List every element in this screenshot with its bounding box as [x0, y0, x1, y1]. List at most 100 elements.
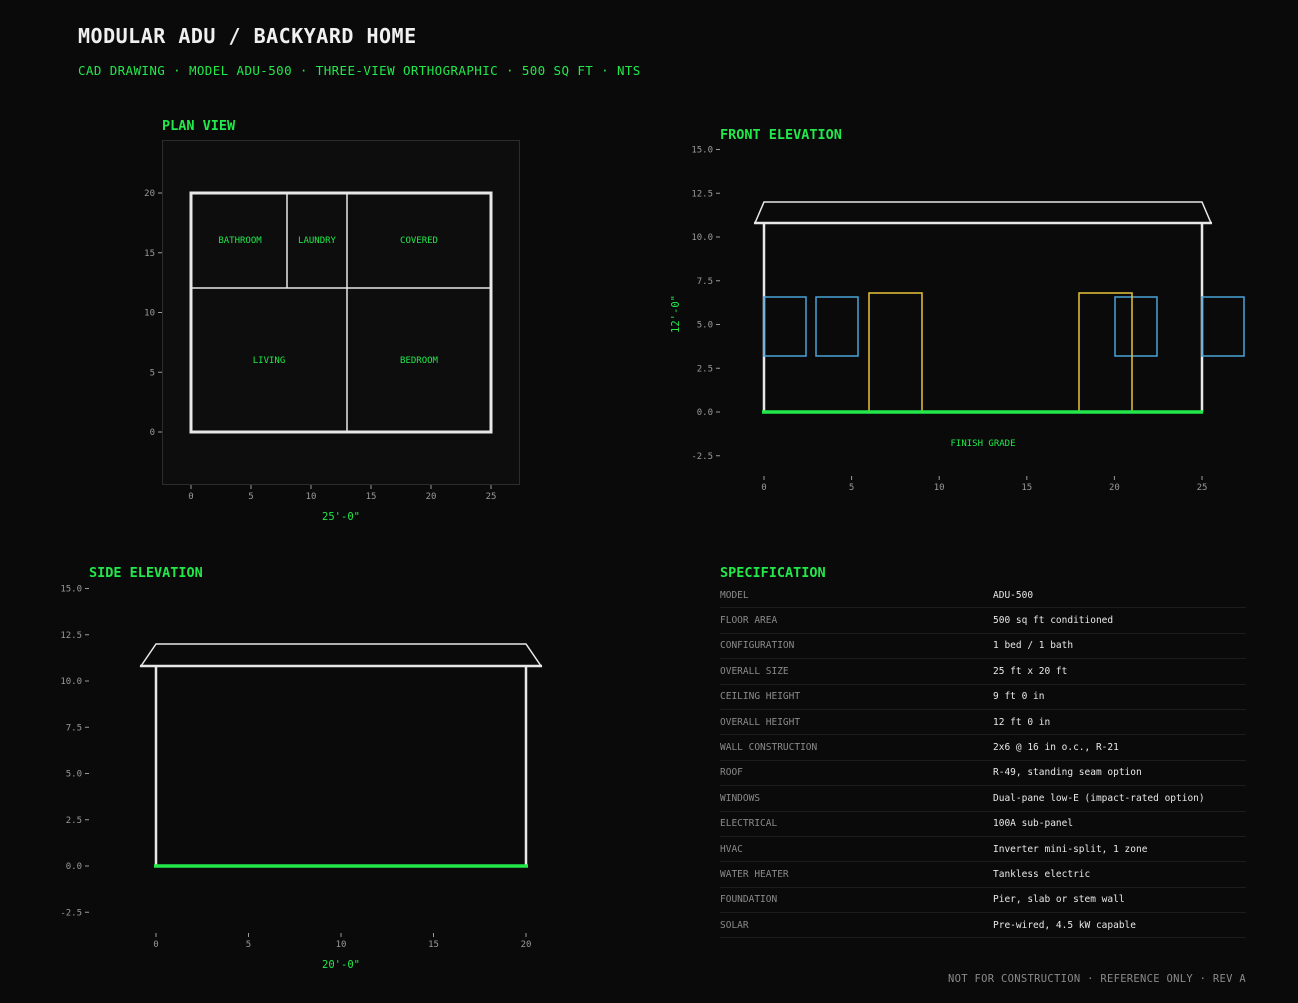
spec-value: 1 bed / 1 bath [993, 640, 1074, 652]
spec-value: R-49, standing seam option [993, 767, 1142, 779]
spec-row: OVERALL HEIGHT 12 ft 0 in [720, 710, 1246, 736]
spec-row: CONFIGURATION 1 bed / 1 bath [720, 634, 1246, 660]
side-x-axis: 0 5 10 15 20 [153, 933, 531, 950]
y-tick-label: 7.5 [66, 723, 82, 733]
front-elevation-title: FRONT ELEVATION [720, 127, 842, 143]
y-tick-label: 7.5 [697, 277, 713, 287]
spec-row: ELECTRICAL 100A sub-panel [720, 812, 1246, 837]
spec-key: FLOOR AREA [720, 615, 778, 627]
spec-value: Inverter mini-split, 1 zone [993, 843, 1148, 855]
spec-key: CEILING HEIGHT [720, 691, 801, 703]
y-tick-label: 12.5 [60, 631, 82, 641]
x-tick-label: 25 [486, 492, 497, 502]
spec-row: FOUNDATION Pier, slab or stem wall [720, 888, 1246, 914]
x-tick-label: 5 [248, 492, 253, 502]
room-label-covered: COVERED [400, 236, 438, 246]
spec-row: WINDOWS Dual-pane low-E (impact-rated opt… [720, 786, 1246, 812]
spec-row: HVAC Inverter mini-split, 1 zone [720, 837, 1246, 863]
y-tick-label: 5.0 [697, 321, 713, 331]
front-height-dimension: 12'-0" [670, 295, 682, 333]
spec-value: Pre-wired, 4.5 kW capable [993, 919, 1136, 931]
spec-value: Tankless electric [993, 868, 1091, 880]
y-tick-label: 15.0 [60, 585, 82, 595]
x-tick-label: 15 [366, 492, 377, 502]
front-roof [753, 201, 1213, 224]
x-tick-label: 15 [1021, 483, 1032, 493]
y-tick-label: 15 [144, 249, 155, 259]
spec-key: OVERALL HEIGHT [720, 716, 801, 728]
x-tick-label: 0 [153, 940, 158, 950]
spec-key: HVAC [720, 843, 743, 855]
x-tick-label: 5 [246, 940, 251, 950]
x-tick-label: 15 [428, 940, 439, 950]
spec-key: FOUNDATION [720, 894, 778, 906]
spec-key: SOLAR [720, 919, 749, 931]
spec-value: 12 ft 0 in [993, 716, 1051, 728]
y-tick-label: 20 [144, 189, 155, 199]
spec-key: CONFIGURATION [720, 640, 795, 652]
spec-value: 100A sub-panel [993, 818, 1074, 830]
finish-grade-label: FINISH GRADE [950, 439, 1015, 449]
x-tick-label: 20 [521, 940, 532, 950]
x-tick-label: 25 [1197, 483, 1208, 493]
y-tick-label: -2.5 [60, 908, 82, 918]
y-tick-label: 5.0 [66, 770, 82, 780]
room-label-bathroom: BATHROOM [218, 236, 262, 246]
spec-row: CEILING HEIGHT 9 ft 0 in [720, 685, 1246, 710]
spec-value: 2x6 @ 16 in o.c., R-21 [993, 742, 1119, 754]
room-label-living: LIVING [253, 356, 286, 366]
spec-row: FLOOR AREA 500 sq ft conditioned [720, 608, 1246, 634]
front-window [1201, 296, 1245, 357]
spec-row: SOLAR Pre-wired, 4.5 kW capable [720, 913, 1246, 939]
x-tick-label: 10 [934, 483, 945, 493]
front-window [1114, 296, 1158, 357]
y-tick-label: 2.5 [66, 816, 82, 826]
front-y-axis: 15.0 12.5 10.0 7.5 5.0 2.5 0.0 -2.5 [691, 146, 720, 462]
front-door [1078, 292, 1133, 413]
spec-row: WALL CONSTRUCTION 2x6 @ 16 in o.c., R-21 [720, 735, 1246, 761]
front-window [763, 296, 807, 357]
plan-outer-wall [189, 191, 493, 434]
spec-value: ADU-500 [993, 589, 1034, 601]
x-tick-label: 0 [188, 492, 193, 502]
footer-note: NOT FOR CONSTRUCTION · REFERENCE ONLY · … [948, 973, 1246, 985]
x-tick-label: 20 [1109, 483, 1120, 493]
spec-row: MODEL ADU-500 [720, 583, 1246, 609]
side-y-axis: 15.0 12.5 10.0 7.5 5.0 2.5 0.0 -2.5 [60, 585, 89, 918]
y-tick-label: 12.5 [691, 189, 713, 199]
specification-title: SPECIFICATION [720, 565, 826, 581]
x-tick-label: 0 [761, 483, 766, 493]
y-tick-label: 10.0 [60, 677, 82, 687]
plan-width-dimension: 25'-0" [322, 511, 360, 523]
spec-key: ROOF [720, 767, 743, 779]
spec-row: OVERALL SIZE 25 ft x 20 ft [720, 659, 1246, 685]
x-tick-label: 10 [336, 940, 347, 950]
spec-row: WATER HEATER Tankless electric [720, 862, 1246, 888]
spec-value: 500 sq ft conditioned [993, 615, 1114, 627]
y-tick-label: 0 [150, 428, 155, 438]
plan-y-axis: 0 5 10 15 20 [144, 189, 162, 438]
y-tick-label: 15.0 [691, 146, 713, 156]
specification-table: MODEL ADU-500 FLOOR AREA 500 sq ft conditio… [720, 583, 1246, 939]
room-label-laundry: LAUNDRY [298, 236, 337, 246]
spec-key: ELECTRICAL [720, 818, 778, 830]
side-width-dimension: 20'-0" [322, 959, 360, 971]
y-tick-label: 0.0 [66, 862, 82, 872]
side-roof [139, 643, 543, 667]
spec-key: MODEL [720, 589, 749, 601]
spec-value: 9 ft 0 in [993, 691, 1045, 703]
spec-key: OVERALL SIZE [720, 665, 789, 677]
y-tick-label: 10.0 [691, 233, 713, 243]
spec-value: 25 ft x 20 ft [993, 665, 1068, 677]
y-tick-label: 2.5 [697, 364, 713, 374]
spec-value: Dual-pane low-E (impact-rated option) [993, 792, 1205, 804]
front-x-axis: 0 5 10 15 20 25 [761, 476, 1207, 493]
spec-key: WATER HEATER [720, 868, 789, 880]
plan-x-axis: 0 5 10 15 20 25 [188, 485, 496, 502]
spec-key: WINDOWS [720, 792, 761, 804]
room-label-bedroom: BEDROOM [400, 356, 439, 366]
y-tick-label: 0.0 [697, 408, 713, 418]
side-elevation-title: SIDE ELEVATION [89, 565, 203, 581]
front-window [815, 296, 859, 357]
spec-key: WALL CONSTRUCTION [720, 742, 818, 754]
